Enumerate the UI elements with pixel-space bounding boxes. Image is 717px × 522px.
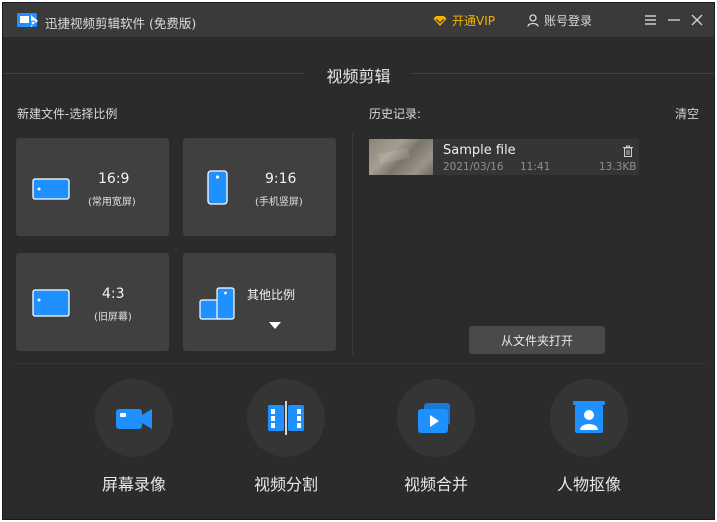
menu-icon[interactable] — [643, 12, 659, 28]
tool-label: 视频合并 — [403, 475, 468, 494]
new-file-heading: 新建文件-选择比例 — [17, 107, 118, 121]
ratio-sub-label: (常用宽屏) — [88, 197, 136, 208]
film-split-icon — [268, 401, 304, 435]
app-window: 迅捷视频剪辑软件 (免费版) 开通VIP 账号登录 视频剪辑 新建文件-选择比例… — [2, 2, 715, 520]
ratio-main-label: 其他比例 — [247, 288, 296, 302]
tool-portrait-cutout[interactable]: 人物抠像 — [544, 379, 634, 509]
clear-history-button[interactable]: 清空 — [675, 105, 699, 122]
user-icon — [527, 14, 539, 27]
history-heading: 历史记录: — [369, 107, 422, 121]
ratio-tile-other[interactable]: 其他比例 — [183, 253, 336, 351]
tool-icon-circle — [95, 379, 173, 457]
ratio-main-label: 9:16 — [265, 171, 297, 187]
file-time: 11:41 — [520, 161, 551, 173]
tool-icon-circle — [247, 379, 325, 457]
title-bar[interactable]: 迅捷视频剪辑软件 (免费版) 开通VIP 账号登录 — [3, 3, 714, 37]
video-camera-icon — [116, 409, 152, 429]
old-screen-icon — [32, 289, 70, 321]
ratio-main-label: 16:9 — [98, 171, 130, 187]
vip-diamond-icon — [433, 15, 447, 26]
trash-icon[interactable] — [623, 142, 633, 157]
vip-label: 开通VIP — [452, 14, 495, 28]
ratio-sub-label: (旧屏幕) — [94, 312, 132, 323]
app-title: 迅捷视频剪辑软件 (免费版) — [45, 16, 197, 31]
ratio-main-label: 4:3 — [102, 286, 125, 302]
open-from-folder-button[interactable]: 从文件夹打开 — [469, 326, 605, 354]
history-item[interactable]: Sample file 2021/03/16 11:41 13.3KB — [369, 139, 639, 175]
file-date: 2021/03/16 — [443, 161, 504, 173]
close-icon[interactable] — [689, 12, 705, 28]
minimize-icon[interactable] — [666, 12, 682, 28]
tool-label: 视频分割 — [253, 475, 318, 494]
login-button[interactable]: 账号登录 — [527, 12, 592, 29]
ratio-tile-16-9[interactable]: 16:9 (常用宽屏) — [16, 138, 169, 236]
other-ratio-icon — [199, 287, 237, 325]
ratio-tile-9-16[interactable]: 9:16 (手机竖屏) — [183, 138, 336, 236]
section-title: 视频剪辑 — [326, 67, 391, 86]
ratio-tile-4-3[interactable]: 4:3 (旧屏幕) — [16, 253, 169, 351]
tool-icon-circle — [550, 379, 628, 457]
login-label: 账号登录 — [544, 14, 593, 28]
vertical-divider — [352, 133, 353, 355]
tool-video-split[interactable]: 视频分割 — [241, 379, 331, 509]
tool-screen-record[interactable]: 屏幕录像 — [89, 379, 179, 509]
tool-label: 屏幕录像 — [101, 475, 166, 494]
title-divider-right — [411, 73, 714, 74]
chevron-down-icon[interactable] — [269, 315, 281, 334]
portrait-cutout-icon — [573, 401, 605, 433]
tool-video-merge[interactable]: 视频合并 — [391, 379, 481, 509]
vip-button[interactable]: 开通VIP — [433, 12, 495, 29]
portrait-phone-icon — [207, 170, 229, 210]
app-logo-icon — [17, 11, 39, 29]
horizontal-divider — [13, 363, 706, 364]
landscape-screen-icon — [32, 178, 70, 204]
video-thumbnail — [369, 139, 433, 175]
file-name: Sample file — [443, 143, 516, 158]
video-merge-icon — [418, 403, 450, 433]
tool-label: 人物抠像 — [556, 475, 621, 494]
tool-icon-circle — [397, 379, 475, 457]
file-size: 13.3KB — [599, 161, 637, 173]
ratio-sub-label: (手机竖屏) — [255, 197, 303, 208]
